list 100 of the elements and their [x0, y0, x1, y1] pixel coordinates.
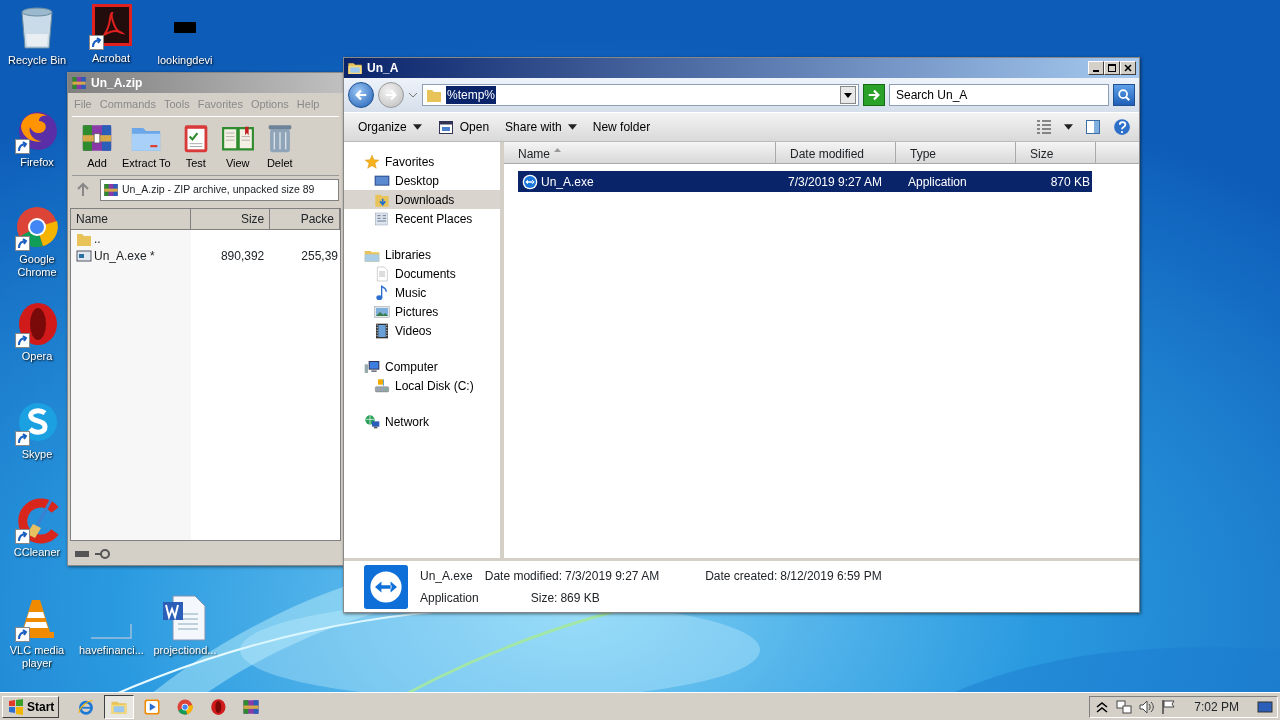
close-icon	[1123, 63, 1133, 73]
field-value: 869 KB	[560, 589, 600, 607]
table-cell: 255,39	[301, 248, 338, 263]
toolbar-button[interactable]: View	[218, 120, 257, 171]
nav-item[interactable]: Downloads	[344, 190, 500, 209]
icon-label[interactable]: Skype	[21, 448, 53, 461]
network-icon[interactable]	[1116, 698, 1133, 715]
nav-item[interactable]: Network	[344, 412, 500, 431]
document-icon[interactable]	[161, 594, 209, 642]
toolbar-button[interactable]: Add	[78, 120, 116, 171]
start-button[interactable]: Start	[2, 695, 60, 718]
toolbar-button[interactable]: New folder	[586, 116, 657, 138]
table-cell-text: 7/3/2019 9:27 AM	[787, 173, 884, 191]
preview-pane-icon[interactable]	[1085, 119, 1101, 135]
speaker-icon[interactable]	[1138, 698, 1155, 715]
nav-item[interactable]: Pictures	[344, 302, 500, 321]
nav-item[interactable]: Libraries	[344, 245, 500, 264]
path-field[interactable]: Un_A.zip - ZIP archive, unpacked size 89	[100, 179, 339, 201]
view-options-icon[interactable]	[1036, 119, 1052, 135]
field-label: Date modified:	[484, 567, 563, 585]
toolbar-button[interactable]: Test	[176, 120, 215, 171]
folder-icon	[426, 87, 442, 103]
icon-label[interactable]: Opera	[21, 350, 53, 363]
column-header[interactable]: Name	[71, 209, 191, 230]
window-title: Un_A.zip	[91, 75, 143, 92]
field-value: 7/3/2019 9:27 AM	[565, 567, 660, 585]
table-cell-text: Application	[907, 173, 968, 191]
videos-icon	[374, 322, 390, 339]
browser-icon	[77, 697, 96, 716]
archive-icon	[242, 697, 261, 716]
nav-item[interactable]: Videos	[344, 321, 500, 340]
key-icon	[94, 547, 110, 561]
search-icon	[1117, 88, 1131, 102]
column-header[interactable]: Date modified	[776, 142, 896, 163]
file-icon	[76, 247, 92, 264]
open-icon	[437, 119, 454, 135]
music-icon	[374, 284, 390, 301]
show-desktop-icon[interactable]	[1257, 698, 1273, 715]
media-player-icon	[143, 697, 162, 716]
nav-item[interactable]: Favorites	[344, 152, 500, 171]
archive-icon	[71, 75, 87, 91]
computer-icon	[364, 358, 380, 375]
column-header[interactable]: Type	[896, 142, 1016, 163]
taskbar-button[interactable]	[104, 694, 135, 719]
help-icon[interactable]	[1113, 118, 1131, 136]
search-field[interactable]: Search Un_A	[889, 84, 1109, 106]
sort-icon	[554, 148, 561, 152]
table-cell-text: 870 KB	[1049, 173, 1090, 191]
minimize-icon	[1093, 70, 1099, 72]
icon-label[interactable]: Firefox	[20, 156, 54, 169]
pictures-icon	[374, 303, 390, 320]
toolbar-button[interactable]: Share with	[499, 116, 583, 138]
maximize-button[interactable]	[1104, 61, 1120, 75]
close-button[interactable]	[1120, 61, 1136, 75]
column-header[interactable]: Size	[190, 209, 271, 230]
go-button[interactable]	[863, 84, 885, 106]
icon-label[interactable]: Acrobat	[92, 52, 130, 65]
star-icon	[364, 153, 380, 170]
nav-item[interactable]: Music	[344, 283, 500, 302]
caret-icon	[844, 92, 852, 98]
nav-item[interactable]: Documents	[344, 264, 500, 283]
back-button[interactable]	[348, 82, 374, 108]
icon-label[interactable]: lookingdevi	[157, 54, 213, 67]
caret-icon	[567, 124, 577, 130]
toolbar-button[interactable]: Extract To	[120, 120, 173, 171]
caret-icon	[412, 124, 422, 130]
file-name: Un_A.exe	[541, 173, 594, 191]
column-header[interactable]: Packe	[270, 209, 340, 230]
toolbar-button[interactable]: Open	[431, 116, 496, 138]
flag-icon[interactable]	[1160, 698, 1177, 715]
forward-arrow-icon	[384, 88, 398, 102]
column-header[interactable]: Size	[1016, 142, 1096, 163]
minimize-button[interactable]	[1088, 61, 1104, 75]
file-name[interactable]: ..	[94, 229, 101, 248]
nav-item[interactable]: Local Disk (C:)	[344, 376, 500, 395]
nav-item[interactable]: Desktop	[344, 171, 500, 190]
windows-logo-icon	[7, 698, 25, 715]
recent-places-icon	[374, 210, 390, 227]
address-field[interactable]: %temp%	[422, 84, 859, 106]
browser-icon	[176, 697, 195, 716]
window-title: Un_A	[367, 60, 399, 77]
icon-label[interactable]: Recycle Bin	[7, 54, 67, 67]
caret-icon[interactable]	[1064, 124, 1073, 130]
search-button[interactable]	[1113, 84, 1135, 106]
document-icon	[374, 265, 390, 282]
icon-label[interactable]: Google Chrome	[5, 253, 69, 279]
dropdown-button[interactable]	[840, 86, 856, 104]
local-disk-icon	[374, 377, 390, 394]
app-icon	[522, 173, 538, 190]
file-name[interactable]: Un_A.exe *	[94, 246, 155, 265]
nav-item[interactable]: Recent Places	[344, 209, 500, 228]
field-value: 8/12/2019 6:59 PM	[780, 567, 882, 585]
file-row[interactable]: Un_A.exe 7/3/2019 9:27 AM Application 870 KB	[518, 171, 1092, 192]
file-name: Un_A.exe	[420, 567, 474, 585]
toolbar-button[interactable]: Delet	[260, 120, 299, 171]
column-header[interactable]: Name	[504, 142, 776, 163]
network-icon	[364, 413, 380, 430]
toolbar-button[interactable]: Organize	[352, 116, 428, 138]
nav-item[interactable]: Computer	[344, 357, 500, 376]
arrow-icon	[867, 88, 881, 102]
